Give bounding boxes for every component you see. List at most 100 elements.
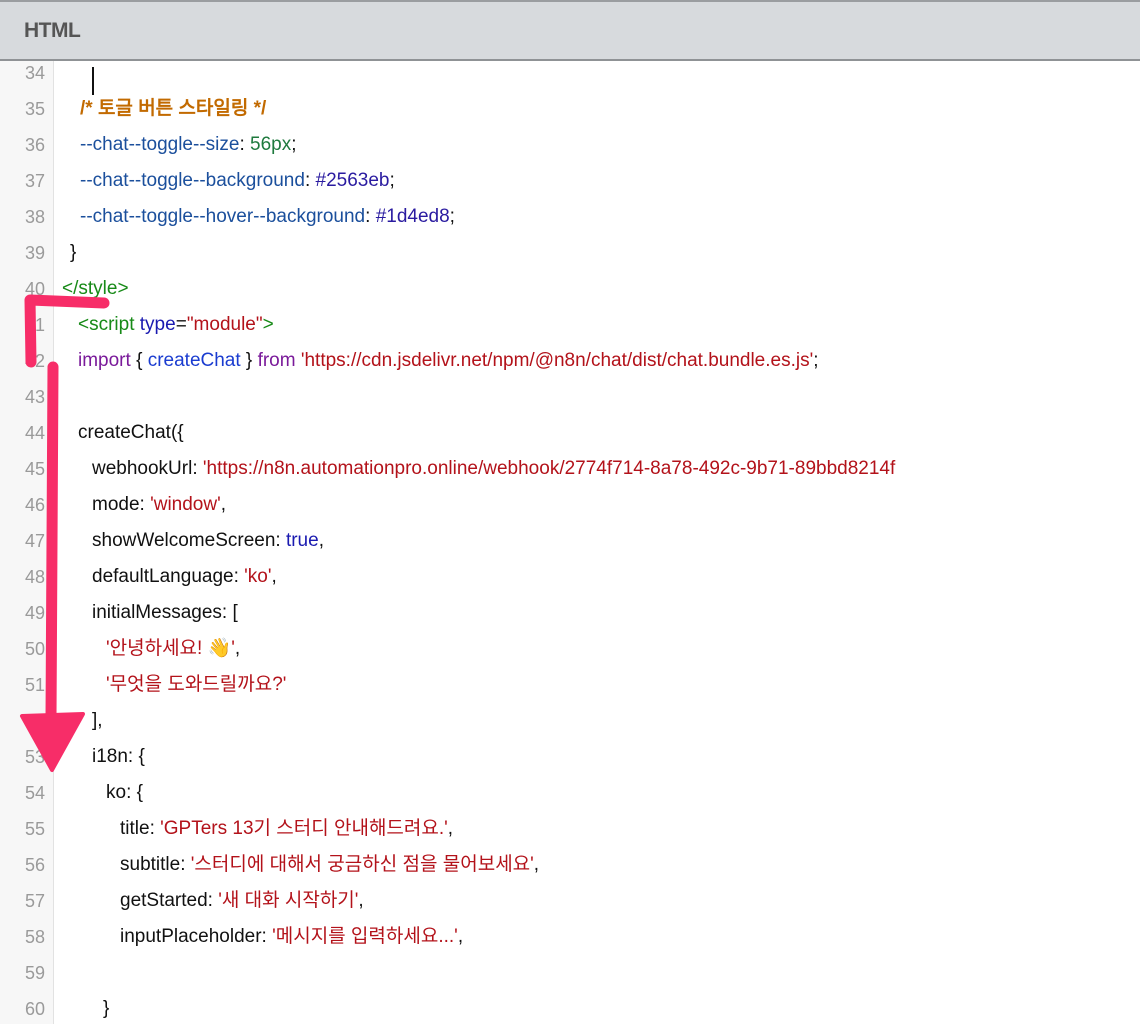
- token-plain: ;: [449, 206, 455, 227]
- code-text: subtitle: '스터디에 대해서 궁금하신 점을 물어보세요',: [120, 847, 539, 883]
- line-number: 34: [24, 63, 45, 83]
- code-text: showWelcomeScreen: true,: [92, 523, 324, 559]
- token-kw: import: [78, 350, 131, 371]
- code-line[interactable]: 47 showWelcomeScreen: true,: [0, 523, 1140, 559]
- line-number: 48: [24, 567, 45, 587]
- line-number: 42: [24, 351, 45, 371]
- line-number: 57: [24, 891, 45, 911]
- code-text: getStarted: '새 대화 시작하기',: [120, 883, 364, 919]
- code-line[interactable]: 58 inputPlaceholder: '메시지를 입력하세요...',: [0, 919, 1140, 955]
- code-text: import { createChat } from 'https://cdn.…: [78, 343, 819, 379]
- token-kw: from: [257, 350, 296, 371]
- token-prop: --chat--toggle--size: [80, 134, 240, 155]
- code-line[interactable]: 55 title: 'GPTers 13기 스터디 안내해드려요.',: [0, 811, 1140, 847]
- code-text: defaultLanguage: 'ko',: [92, 559, 277, 595]
- code-line[interactable]: 53 i18n: {: [0, 739, 1140, 775]
- line-number: 50: [24, 639, 45, 659]
- token-plain: ,: [457, 926, 464, 947]
- token-str: 'https://n8n.automationpro.online/webhoo…: [202, 458, 896, 479]
- code-editor[interactable]: 34 35 /* 토글 버튼 스타일링 */ 36 --chat--toggle--si…: [0, 61, 1140, 1024]
- code-line[interactable]: 52],: [0, 703, 1140, 739]
- token-plain: ,: [533, 854, 540, 875]
- token-prop: --chat--toggle--hover--background: [80, 206, 366, 227]
- code-text: createChat({: [78, 415, 184, 451]
- code-line[interactable]: 57 getStarted: '새 대화 시작하기',: [0, 883, 1140, 919]
- code-line[interactable]: 48 defaultLanguage: 'ko',: [0, 559, 1140, 595]
- code-line[interactable]: 35 /* 토글 버튼 스타일링 */: [0, 91, 1140, 127]
- code-text: --chat--toggle--size: 56px;: [80, 127, 296, 163]
- token-plain: mode:: [92, 494, 151, 515]
- token-tag: >: [262, 314, 274, 335]
- line-number: 59: [24, 963, 45, 983]
- token-plain: showWelcomeScreen:: [92, 530, 286, 551]
- token-plain: }: [103, 998, 110, 1019]
- line-number: 49: [24, 603, 45, 623]
- line-number: 54: [24, 783, 45, 803]
- code-line[interactable]: 39}: [0, 235, 1140, 271]
- code-text: --chat--toggle--hover--background: #1d4e…: [80, 199, 455, 235]
- token-tag: </style>: [62, 278, 129, 299]
- code-line[interactable]: 41 <script type="module">: [0, 307, 1140, 343]
- token-str: 'GPTers 13기 스터디 안내해드려요.': [160, 818, 448, 839]
- line-number: 55: [24, 819, 45, 839]
- token-plain: title:: [120, 818, 161, 839]
- code-text: mode: 'window',: [92, 487, 226, 523]
- code-line[interactable]: 42 import { createChat } from 'https://cd…: [0, 343, 1140, 379]
- code-line[interactable]: 56 subtitle: '스터디에 대해서 궁금하신 점을 물어보세요',: [0, 847, 1140, 883]
- code-line[interactable]: 36 --chat--toggle--size: 56px;: [0, 127, 1140, 163]
- token-plain: webhookUrl:: [92, 458, 203, 479]
- line-number: 45: [24, 459, 45, 479]
- code-text: title: 'GPTers 13기 스터디 안내해드려요.',: [120, 811, 453, 847]
- token-plain: :: [239, 134, 250, 155]
- token-str: 'https://cdn.jsdelivr.net/npm/@n8n/chat/…: [300, 350, 814, 371]
- code-line[interactable]: 40 </style>: [0, 271, 1140, 307]
- code-text: }: [103, 991, 109, 1024]
- code-line[interactable]: 51 '무엇을 도와드릴까요?': [0, 667, 1140, 703]
- code-lines[interactable]: 34 35 /* 토글 버튼 스타일링 */ 36 --chat--toggle--si…: [0, 61, 1140, 1024]
- code-line[interactable]: 54 ko: {: [0, 775, 1140, 811]
- token-plain: ],: [92, 710, 103, 731]
- token-fn: createChat: [147, 350, 241, 371]
- code-text: webhookUrl: 'https://n8n.automationpro.o…: [92, 451, 895, 487]
- token-str: "module": [186, 314, 263, 335]
- code-line[interactable]: 59: [0, 955, 1140, 991]
- line-number: 47: [24, 531, 45, 551]
- code-line[interactable]: 45 webhookUrl: 'https://n8n.automationpro…: [0, 451, 1140, 487]
- code-text: i18n: {: [92, 739, 145, 775]
- line-number: 40: [24, 279, 45, 299]
- token-prop: --chat--toggle--background: [80, 170, 305, 191]
- token-str: '스터디에 대해서 궁금하신 점을 물어보세요': [190, 854, 534, 875]
- token-plain: }: [70, 242, 77, 263]
- line-number: 44: [24, 423, 45, 443]
- code-text: --chat--toggle--background: #2563eb;: [80, 163, 395, 199]
- token-str: '메시지를 입력하세요...': [272, 926, 458, 947]
- code-line[interactable]: 43: [0, 379, 1140, 415]
- code-line[interactable]: 49 initialMessages: [: [0, 595, 1140, 631]
- code-text: ],: [92, 703, 103, 739]
- code-line[interactable]: 37 --chat--toggle--background: #2563eb;: [0, 163, 1140, 199]
- code-line[interactable]: 60}: [0, 991, 1140, 1024]
- line-number: 60: [24, 999, 45, 1019]
- line-number: 46: [24, 495, 45, 515]
- line-number: 53: [24, 747, 45, 767]
- token-plain: ,: [220, 494, 226, 515]
- code-line[interactable]: 50 '안녕하세요! 👋',: [0, 631, 1140, 667]
- token-plain: subtitle:: [120, 854, 191, 875]
- token-plain: =: [175, 314, 187, 335]
- token-plain: ,: [447, 818, 454, 839]
- token-plain: i18n: {: [92, 746, 145, 767]
- line-number: 41: [24, 315, 45, 335]
- token-plain: getStarted:: [120, 890, 219, 911]
- token-comment: /* 토글 버튼 스타일링 */: [80, 98, 267, 119]
- panel-header: HTML: [0, 0, 1140, 61]
- code-line[interactable]: 34: [0, 61, 1140, 91]
- code-line[interactable]: 44 createChat({: [0, 415, 1140, 451]
- code-text: ko: {: [106, 775, 143, 811]
- code-text: inputPlaceholder: '메시지를 입력하세요...',: [120, 919, 463, 955]
- token-hex: #2563eb: [315, 170, 390, 191]
- code-line[interactable]: 46 mode: 'window',: [0, 487, 1140, 523]
- token-plain: ,: [271, 566, 277, 587]
- line-number: 38: [24, 207, 45, 227]
- line-number: 37: [24, 171, 45, 191]
- code-line[interactable]: 38 --chat--toggle--hover--background: #1d…: [0, 199, 1140, 235]
